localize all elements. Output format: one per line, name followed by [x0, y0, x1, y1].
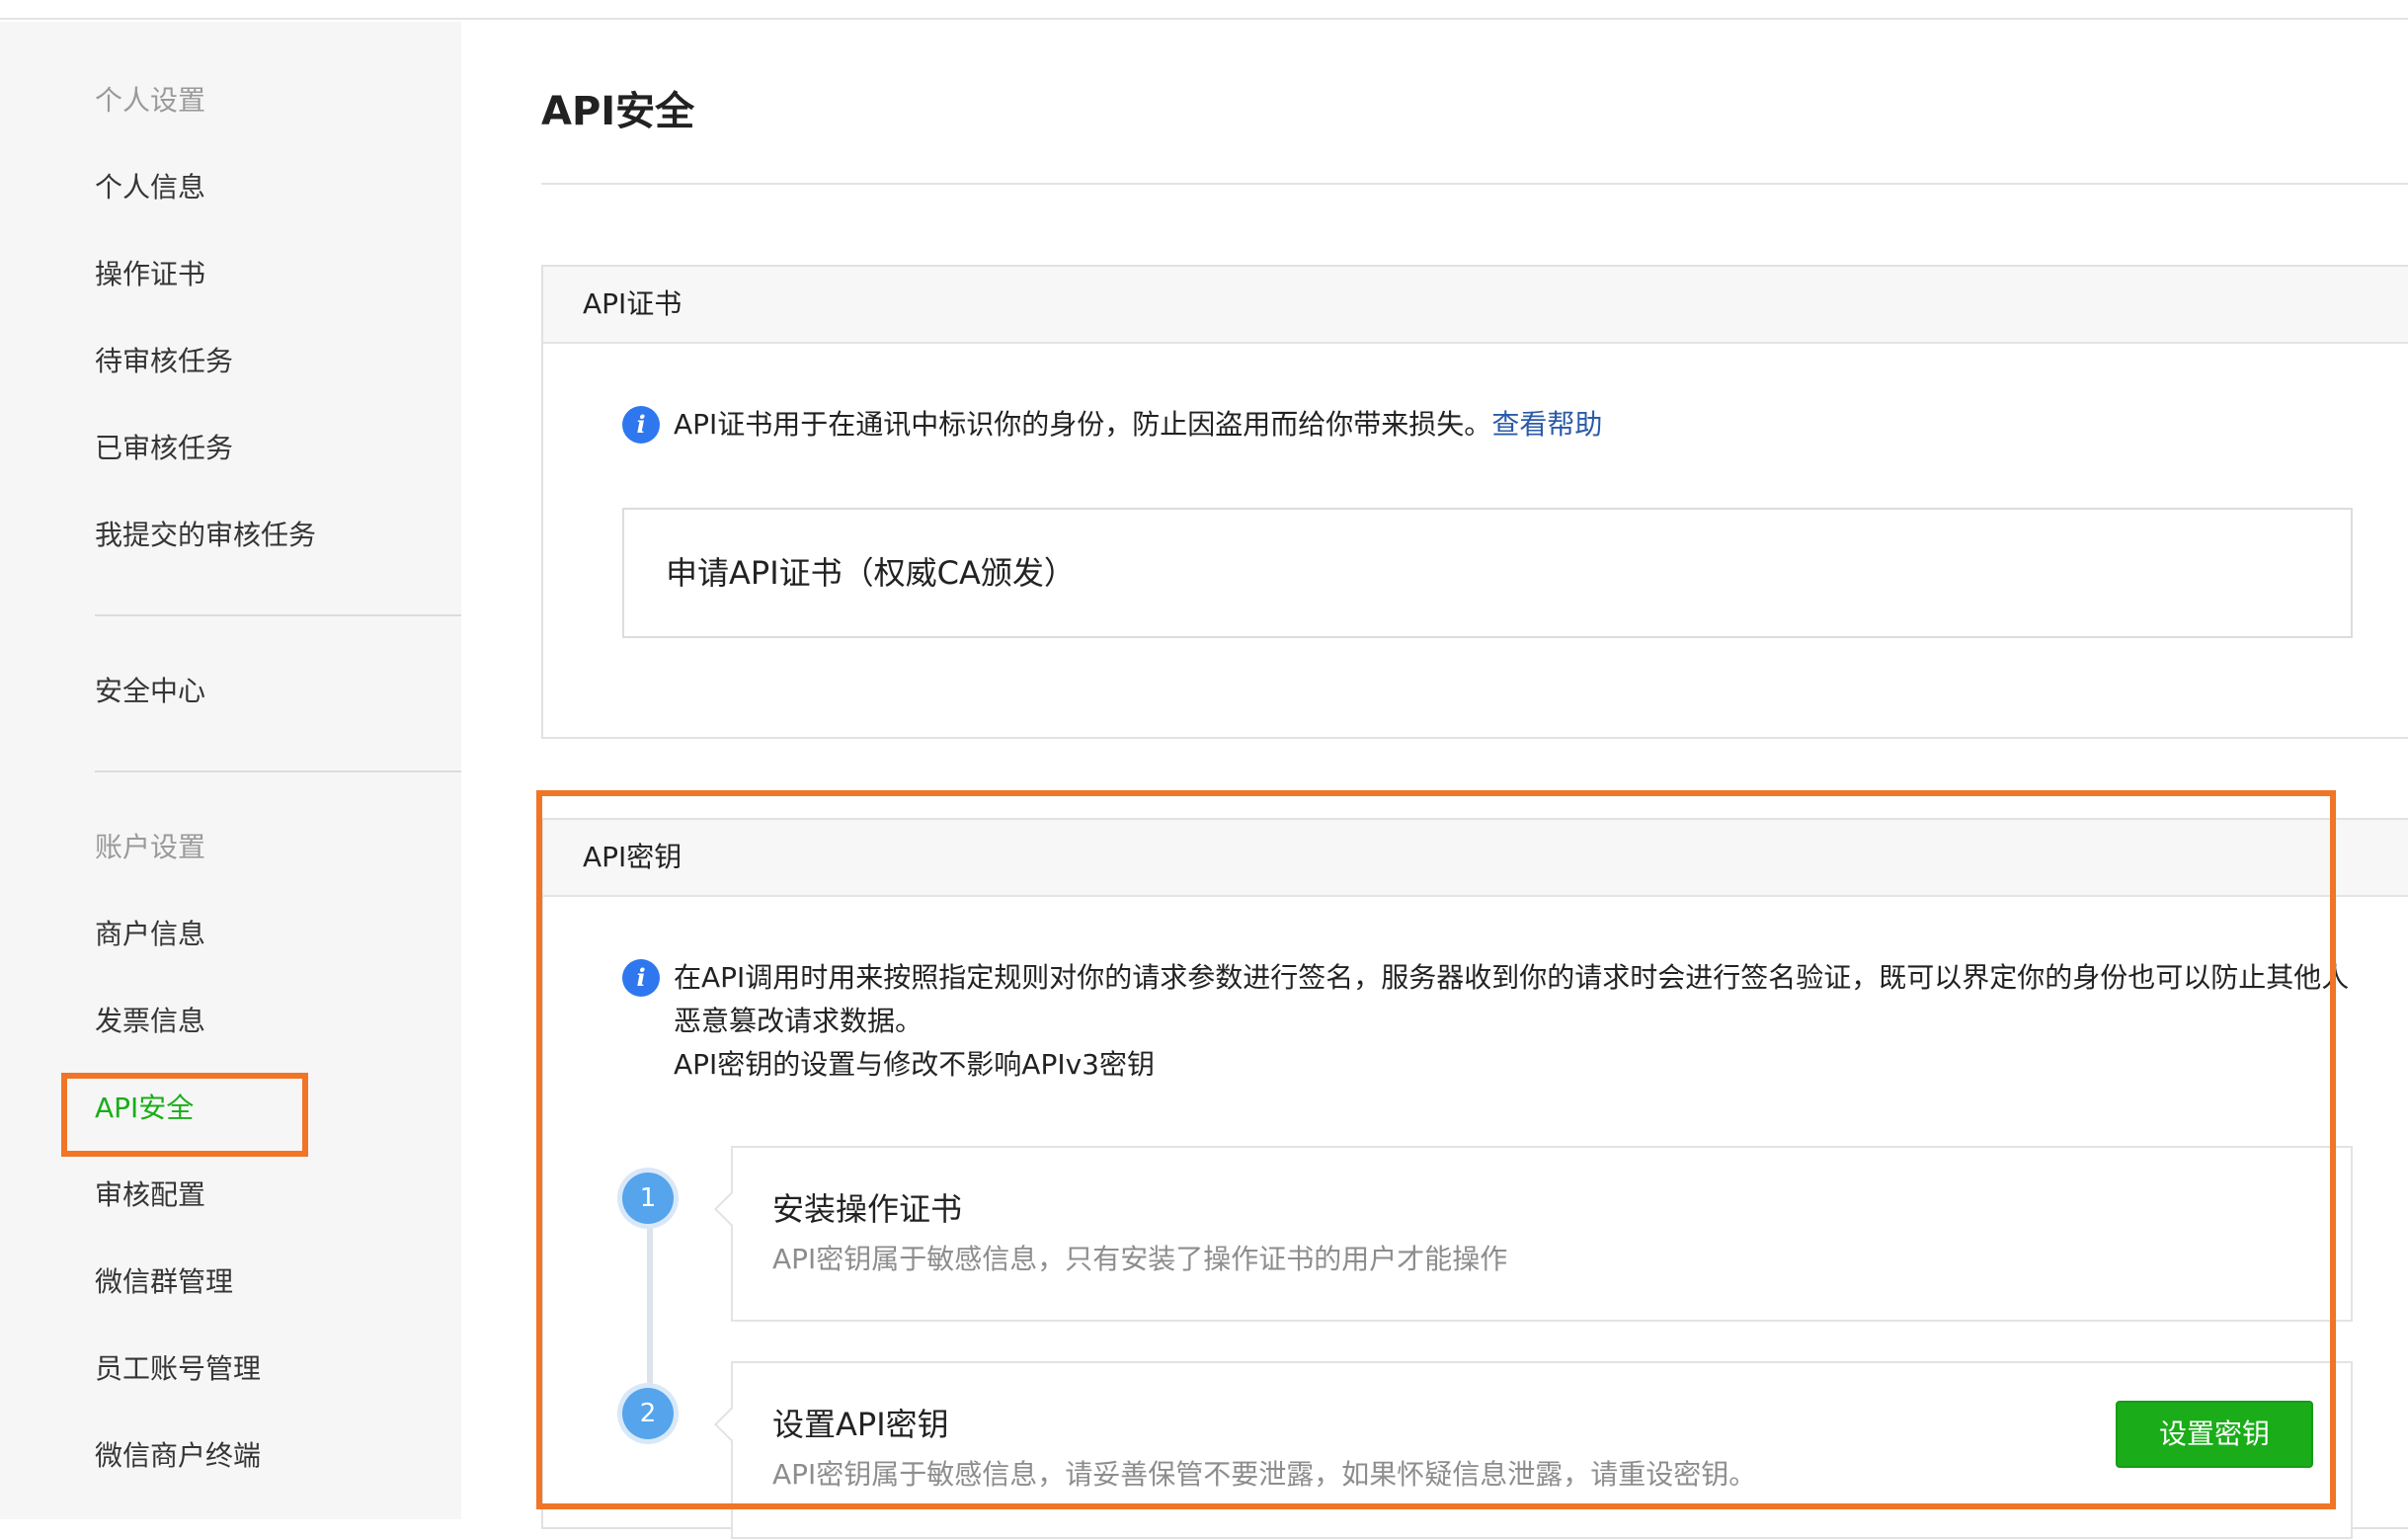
sidebar-header-personal: 个人设置 — [95, 84, 206, 117]
api-key-info-line-1: 在API调用时用来按照指定规则对你的请求参数进行签名，服务器收到你的请求时会进行… — [674, 961, 2350, 994]
api-key-header: API密钥 — [543, 820, 2408, 897]
step-number-1: 1 — [622, 1173, 674, 1224]
step-desc: API密钥属于敏感信息，只有安装了操作证书的用户才能操作 — [772, 1243, 1508, 1275]
sidebar-item-operation-cert[interactable]: 操作证书 — [95, 255, 205, 294]
active-item-highlight — [61, 1073, 308, 1157]
step-number-2: 2 — [622, 1388, 674, 1439]
sidebar-item-merchant-terminal[interactable]: 微信商户终端 — [95, 1436, 261, 1476]
api-cert-info-text: API证书用于在通讯中标识你的身份，防止因盗用而给你带来损失。 — [674, 408, 1492, 441]
step-desc: API密钥属于敏感信息，请妥善保管不要泄露，如果怀疑信息泄露，请重设密钥。 — [772, 1458, 1757, 1491]
step-connector — [647, 1198, 653, 1414]
api-cert-header: API证书 — [543, 267, 2408, 344]
sidebar-divider — [95, 614, 461, 616]
step-install-cert: 安装操作证书 API密钥属于敏感信息，只有安装了操作证书的用户才能操作 — [731, 1146, 2353, 1322]
sidebar-item-pending-review[interactable]: 待审核任务 — [95, 342, 233, 381]
step-set-api-key: 设置API密钥 API密钥属于敏感信息，请妥善保管不要泄露，如果怀疑信息泄露，请… — [731, 1361, 2353, 1539]
sidebar-item-merchant-info[interactable]: 商户信息 — [95, 915, 205, 954]
sidebar-item-my-submitted[interactable]: 我提交的审核任务 — [95, 516, 316, 555]
set-key-button[interactable]: 设置密钥 — [2116, 1401, 2313, 1468]
sidebar-item-review-config[interactable]: 审核配置 — [95, 1175, 205, 1215]
info-icon: i — [622, 959, 660, 997]
api-key-info-line-3: API密钥的设置与修改不影响APIv3密钥 — [674, 1048, 1155, 1081]
sidebar-item-security-center[interactable]: 安全中心 — [95, 672, 205, 711]
api-cert-info: API证书用于在通讯中标识你的身份，防止因盗用而给你带来损失。查看帮助 — [674, 403, 1602, 446]
info-icon: i — [622, 406, 660, 444]
apply-api-cert-button[interactable]: 申请API证书（权威CA颁发） — [622, 508, 2353, 638]
step-title: 安装操作证书 — [772, 1190, 963, 1228]
sidebar: 个人设置 个人信息 操作证书 待审核任务 已审核任务 我提交的审核任务 安全中心… — [0, 22, 461, 1519]
apply-api-cert-label: 申请API证书（权威CA颁发） — [666, 554, 1076, 592]
sidebar-item-wechat-group[interactable]: 微信群管理 — [95, 1262, 233, 1302]
api-cert-panel: API证书 i API证书用于在通讯中标识你的身份，防止因盗用而给你带来损失。查… — [541, 265, 2408, 739]
sidebar-item-personal-info[interactable]: 个人信息 — [95, 168, 205, 207]
page-title: API安全 — [541, 89, 695, 134]
api-key-info-line-2: 恶意篡改请求数据。 — [674, 1005, 923, 1037]
sidebar-divider — [95, 770, 461, 772]
top-border — [0, 0, 2408, 20]
help-link[interactable]: 查看帮助 — [1491, 408, 1602, 441]
step-title: 设置API密钥 — [772, 1406, 949, 1443]
sidebar-item-staff-accounts[interactable]: 员工账号管理 — [95, 1349, 261, 1389]
sidebar-header-account: 账户设置 — [95, 831, 206, 863]
sidebar-item-reviewed[interactable]: 已审核任务 — [95, 429, 233, 468]
title-divider — [541, 183, 2408, 185]
sidebar-item-invoice-info[interactable]: 发票信息 — [95, 1002, 205, 1041]
